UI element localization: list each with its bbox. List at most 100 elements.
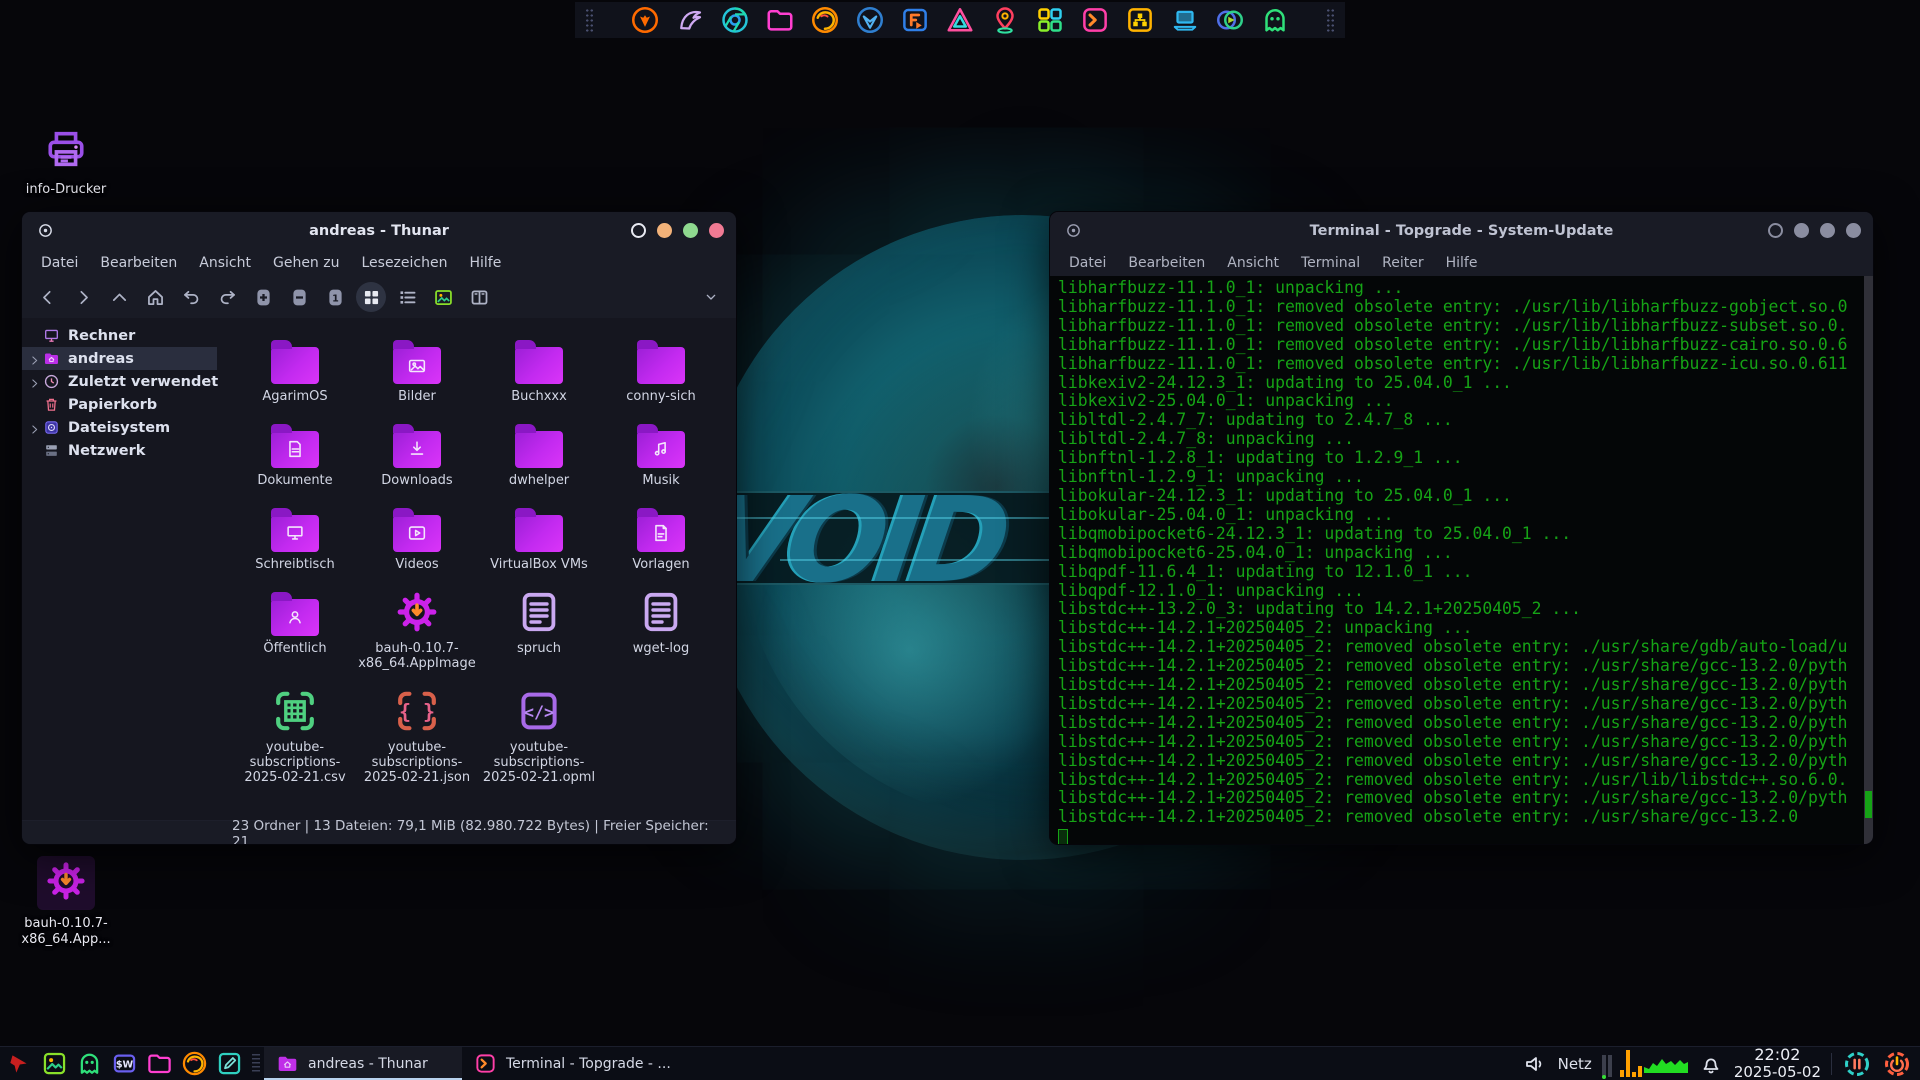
appimage-icon[interactable] <box>944 4 976 36</box>
money-w-icon-button[interactable]: $W <box>109 1049 139 1079</box>
firefox-icon-button[interactable] <box>179 1049 209 1079</box>
app-grid-icon[interactable] <box>1034 4 1066 36</box>
expander-chevron-icon[interactable] <box>28 352 41 365</box>
maps-pin-icon[interactable] <box>989 4 1021 36</box>
system-meters[interactable] <box>1602 1049 1688 1079</box>
up-button[interactable] <box>104 282 134 312</box>
desktop-icon-bauh-appimage[interactable]: bauh-0.10.7-x86_64.App... <box>12 856 120 947</box>
media-downloader-icon[interactable] <box>1214 4 1246 36</box>
folder-pink-icon-button[interactable] <box>144 1049 174 1079</box>
notifications-bell-icon[interactable] <box>1698 1051 1724 1077</box>
undo-button[interactable] <box>176 282 206 312</box>
view-columns-button[interactable] <box>464 282 494 312</box>
file-item-vorlagen[interactable]: Vorlagen <box>601 502 721 573</box>
forward-button[interactable] <box>68 282 98 312</box>
sidebar-item-andreas[interactable]: andreas <box>22 347 217 370</box>
minimize-button[interactable] <box>1794 223 1809 238</box>
chromium-icon[interactable] <box>719 4 751 36</box>
wallpaper-button[interactable] <box>428 282 458 312</box>
thunar-menu-gehen-zu[interactable]: Gehen zu <box>262 255 351 271</box>
thunar-titlebar[interactable]: andreas - Thunar <box>22 212 736 249</box>
window-menu-icon[interactable] <box>37 222 54 239</box>
window-menu-icon[interactable] <box>1065 222 1082 239</box>
file-item--ffentlich[interactable]: Öffentlich <box>235 586 355 672</box>
ghost-icon[interactable] <box>1259 4 1291 36</box>
terminal-menu-ansicht[interactable]: Ansicht <box>1216 255 1290 271</box>
terminal-menu-terminal[interactable]: Terminal <box>1290 255 1371 271</box>
falkon-icon[interactable] <box>674 4 706 36</box>
file-item-musik[interactable]: Musik <box>601 418 721 489</box>
close-button[interactable] <box>1846 223 1861 238</box>
shade-button[interactable] <box>631 223 646 238</box>
sidebar-item-zuletzt-verwendet[interactable]: Zuletzt verwendet <box>22 370 217 393</box>
file-item-buchxxx[interactable]: Buchxxx <box>479 334 599 405</box>
expander-chevron-icon[interactable] <box>28 375 41 388</box>
file-item-downloads[interactable]: Downloads <box>357 418 477 489</box>
zoom-out-button[interactable] <box>284 282 314 312</box>
shade-button[interactable] <box>1768 223 1783 238</box>
network-label[interactable]: Netz <box>1558 1055 1592 1073</box>
file-item-bilder[interactable]: Bilder <box>357 334 477 405</box>
terminal-scrollbar[interactable] <box>1864 276 1873 845</box>
taskbar-grip[interactable] <box>252 1054 260 1074</box>
task-button-thunar-task[interactable]: andreas - Thunar <box>264 1047 462 1080</box>
file-item-videos[interactable]: Videos <box>357 502 477 573</box>
home-button[interactable] <box>140 282 170 312</box>
terminal-menu-reiter[interactable]: Reiter <box>1371 255 1434 271</box>
expander-chevron-icon[interactable] <box>28 421 41 434</box>
freetube-icon[interactable] <box>899 4 931 36</box>
sidebar-item-papierkorb[interactable]: Papierkorb <box>22 393 217 416</box>
dock-drag-handle[interactable] <box>585 8 594 32</box>
file-item-virtualbox-vms[interactable]: VirtualBox VMs <box>479 502 599 573</box>
file-item-youtube-subscriptions-2025-02-21-csv[interactable]: youtube-subscriptions-2025-02-21.csv <box>235 685 355 786</box>
thunderbird-icon[interactable] <box>854 4 886 36</box>
task-button-terminal-task[interactable]: Terminal - Topgrade - ... <box>462 1047 683 1080</box>
sidebar-item-rechner[interactable]: Rechner <box>22 324 217 347</box>
sidebar-item-netzwerk[interactable]: Netzwerk <box>22 439 217 462</box>
view-grid-button[interactable] <box>356 282 386 312</box>
thunar-menu-datei[interactable]: Datei <box>30 255 89 271</box>
file-item-wget-log[interactable]: wget-log <box>601 586 721 672</box>
terminal-scrollbar-thumb[interactable] <box>1865 791 1872 818</box>
zoom-in-button[interactable] <box>248 282 278 312</box>
view-list-button[interactable] <box>392 282 422 312</box>
toolbar-expander-button[interactable] <box>696 282 726 312</box>
terminal-output[interactable]: libharfbuzz-11.1.0_1: unpacking ...libha… <box>1050 276 1873 845</box>
terminal-titlebar[interactable]: Terminal - Topgrade - System-Update <box>1050 212 1873 249</box>
file-item-dokumente[interactable]: Dokumente <box>235 418 355 489</box>
maximize-button[interactable] <box>1820 223 1835 238</box>
terminal-menu-datei[interactable]: Datei <box>1058 255 1117 271</box>
thunar-menu-lesezeichen[interactable]: Lesezeichen <box>350 255 458 271</box>
firefox-icon[interactable] <box>809 4 841 36</box>
terminal-menu-bearbeiten[interactable]: Bearbeiten <box>1117 255 1216 271</box>
power-button[interactable] <box>1882 1049 1912 1079</box>
clock[interactable]: 22:02 2025-05-02 <box>1734 1046 1821 1080</box>
back-button[interactable] <box>32 282 62 312</box>
thunar-menu-ansicht[interactable]: Ansicht <box>188 255 262 271</box>
file-item-youtube-subscriptions-2025-02-21-opml[interactable]: </>youtube-subscriptions-2025-02-21.opml <box>479 685 599 786</box>
close-button[interactable] <box>709 223 724 238</box>
thunar-menu-hilfe[interactable]: Hilfe <box>458 255 512 271</box>
file-item-schreibtisch[interactable]: Schreibtisch <box>235 502 355 573</box>
file-item-agarimos[interactable]: AgarimOS <box>235 334 355 405</box>
folder-pink-icon[interactable] <box>764 4 796 36</box>
redo-button[interactable] <box>212 282 242 312</box>
laptop-icon[interactable] <box>1169 4 1201 36</box>
volume-icon[interactable] <box>1522 1051 1548 1077</box>
thunar-menu-bearbeiten[interactable]: Bearbeiten <box>89 255 188 271</box>
gallery-icon-button[interactable] <box>39 1049 69 1079</box>
sidebar-item-dateisystem[interactable]: Dateisystem <box>22 416 217 439</box>
file-item-bauh-0-10-7-x86-64-appimage[interactable]: bauh-0.10.7-x86_64.AppImage <box>357 586 477 672</box>
desktop-icon-info-drucker[interactable]: info-Drucker <box>12 126 120 198</box>
ghost-icon-button[interactable] <box>74 1049 104 1079</box>
workflow-icon[interactable] <box>1124 4 1156 36</box>
editor-icon-button[interactable] <box>214 1049 244 1079</box>
dock-drag-handle[interactable] <box>1326 8 1335 32</box>
zoom-original-button[interactable]: 1 <box>320 282 350 312</box>
suspend-button[interactable] <box>1842 1049 1872 1079</box>
terminal-neon-icon[interactable] <box>1079 4 1111 36</box>
file-item-dwhelper[interactable]: dwhelper <box>479 418 599 489</box>
terminal-menu-hilfe[interactable]: Hilfe <box>1435 255 1489 271</box>
brave-icon[interactable] <box>629 4 661 36</box>
file-item-youtube-subscriptions-2025-02-21-json[interactable]: { }youtube-subscriptions-2025-02-21.json <box>357 685 477 786</box>
